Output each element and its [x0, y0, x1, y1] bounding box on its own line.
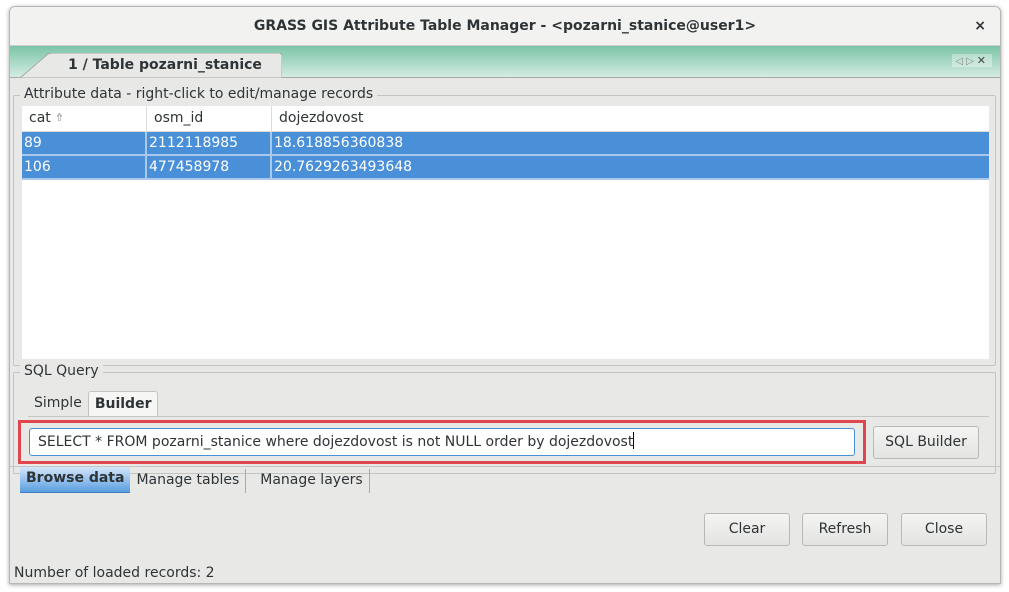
attribute-table[interactable]: cat ⇮ osm_id dojezdovost 89 2112118985 18…: [22, 106, 989, 359]
column-label: cat: [29, 110, 51, 126]
cell-dojezdovost: 20.7629263493648: [274, 159, 413, 175]
status-bar-text: Number of loaded records: 2: [14, 565, 215, 581]
close-button[interactable]: Close: [901, 513, 987, 546]
notebook-controls: ◁▷✕: [952, 54, 992, 67]
tab-simple[interactable]: Simple: [28, 391, 88, 416]
cell-cat: 106: [22, 156, 147, 178]
column-header-dojezdovost[interactable]: dojezdovost: [272, 106, 989, 131]
next-tab-icon[interactable]: ▷: [966, 56, 977, 67]
sql-builder-button[interactable]: SQL Builder: [873, 426, 979, 459]
sql-query-input[interactable]: SELECT * FROM pozarni_stanice where doje…: [29, 428, 855, 456]
prev-tab-icon[interactable]: ◁: [955, 56, 966, 67]
column-header-cat[interactable]: cat ⇮: [22, 106, 147, 131]
table-row[interactable]: 106 477458978 20.7629263493648: [22, 156, 989, 180]
table-header: cat ⇮ osm_id dojezdovost: [22, 106, 989, 132]
cell-dojezdovost: 18.618856360838: [274, 135, 404, 151]
table-row[interactable]: 89 2112118985 18.618856360838: [22, 132, 989, 156]
highlight-box: SELECT * FROM pozarni_stanice where doje…: [18, 420, 866, 464]
tab-builder[interactable]: Builder: [87, 391, 159, 417]
attribute-data-legend: Attribute data - right-click to edit/man…: [20, 86, 378, 102]
sort-ascending-icon: ⇮: [54, 111, 64, 124]
attribute-table-manager-window: GRASS GIS Attribute Table Manager - <poz…: [9, 6, 1001, 584]
close-icon[interactable]: ×: [974, 18, 986, 34]
clear-button[interactable]: Clear: [704, 513, 790, 546]
close-tab-icon[interactable]: ✕: [977, 54, 989, 67]
attribute-data-group: Attribute data - right-click to edit/man…: [13, 86, 996, 366]
divider: [28, 416, 989, 417]
refresh-button[interactable]: Refresh: [802, 513, 888, 546]
text-cursor: [633, 432, 635, 449]
title-bar[interactable]: GRASS GIS Attribute Table Manager - <poz…: [10, 7, 1000, 46]
table-notebook-bar: 1 / Table pozarni_stanice ◁▷✕: [10, 46, 1000, 78]
sql-query-legend: SQL Query: [20, 363, 103, 379]
tab-browse-data[interactable]: Browse data: [20, 467, 131, 493]
column-label: osm_id: [154, 110, 204, 126]
tab-table-pozarni-stanice[interactable]: 1 / Table pozarni_stanice: [20, 53, 282, 78]
tab-manage-tables[interactable]: Manage tables: [130, 469, 247, 493]
tab-label: 1 / Table pozarni_stanice: [68, 57, 262, 73]
main-tabs: Browse data Manage tables Manage layers: [20, 467, 378, 493]
cell-cat: 89: [22, 132, 147, 154]
cell-osm-id: 477458978: [147, 156, 272, 178]
sql-query-text: SELECT * FROM pozarni_stanice where doje…: [38, 434, 634, 450]
sql-query-group: SQL Query Simple Builder SELECT * FROM p…: [13, 363, 996, 474]
table-panel: Attribute data - right-click to edit/man…: [10, 78, 1000, 583]
tab-manage-layers[interactable]: Manage layers: [254, 469, 370, 493]
window-title: GRASS GIS Attribute Table Manager - <poz…: [253, 18, 757, 34]
column-label: dojezdovost: [279, 110, 364, 126]
cell-osm-id: 2112118985: [147, 132, 272, 154]
sql-mode-tabs: Simple Builder: [28, 391, 159, 417]
column-header-osm-id[interactable]: osm_id: [147, 106, 272, 131]
